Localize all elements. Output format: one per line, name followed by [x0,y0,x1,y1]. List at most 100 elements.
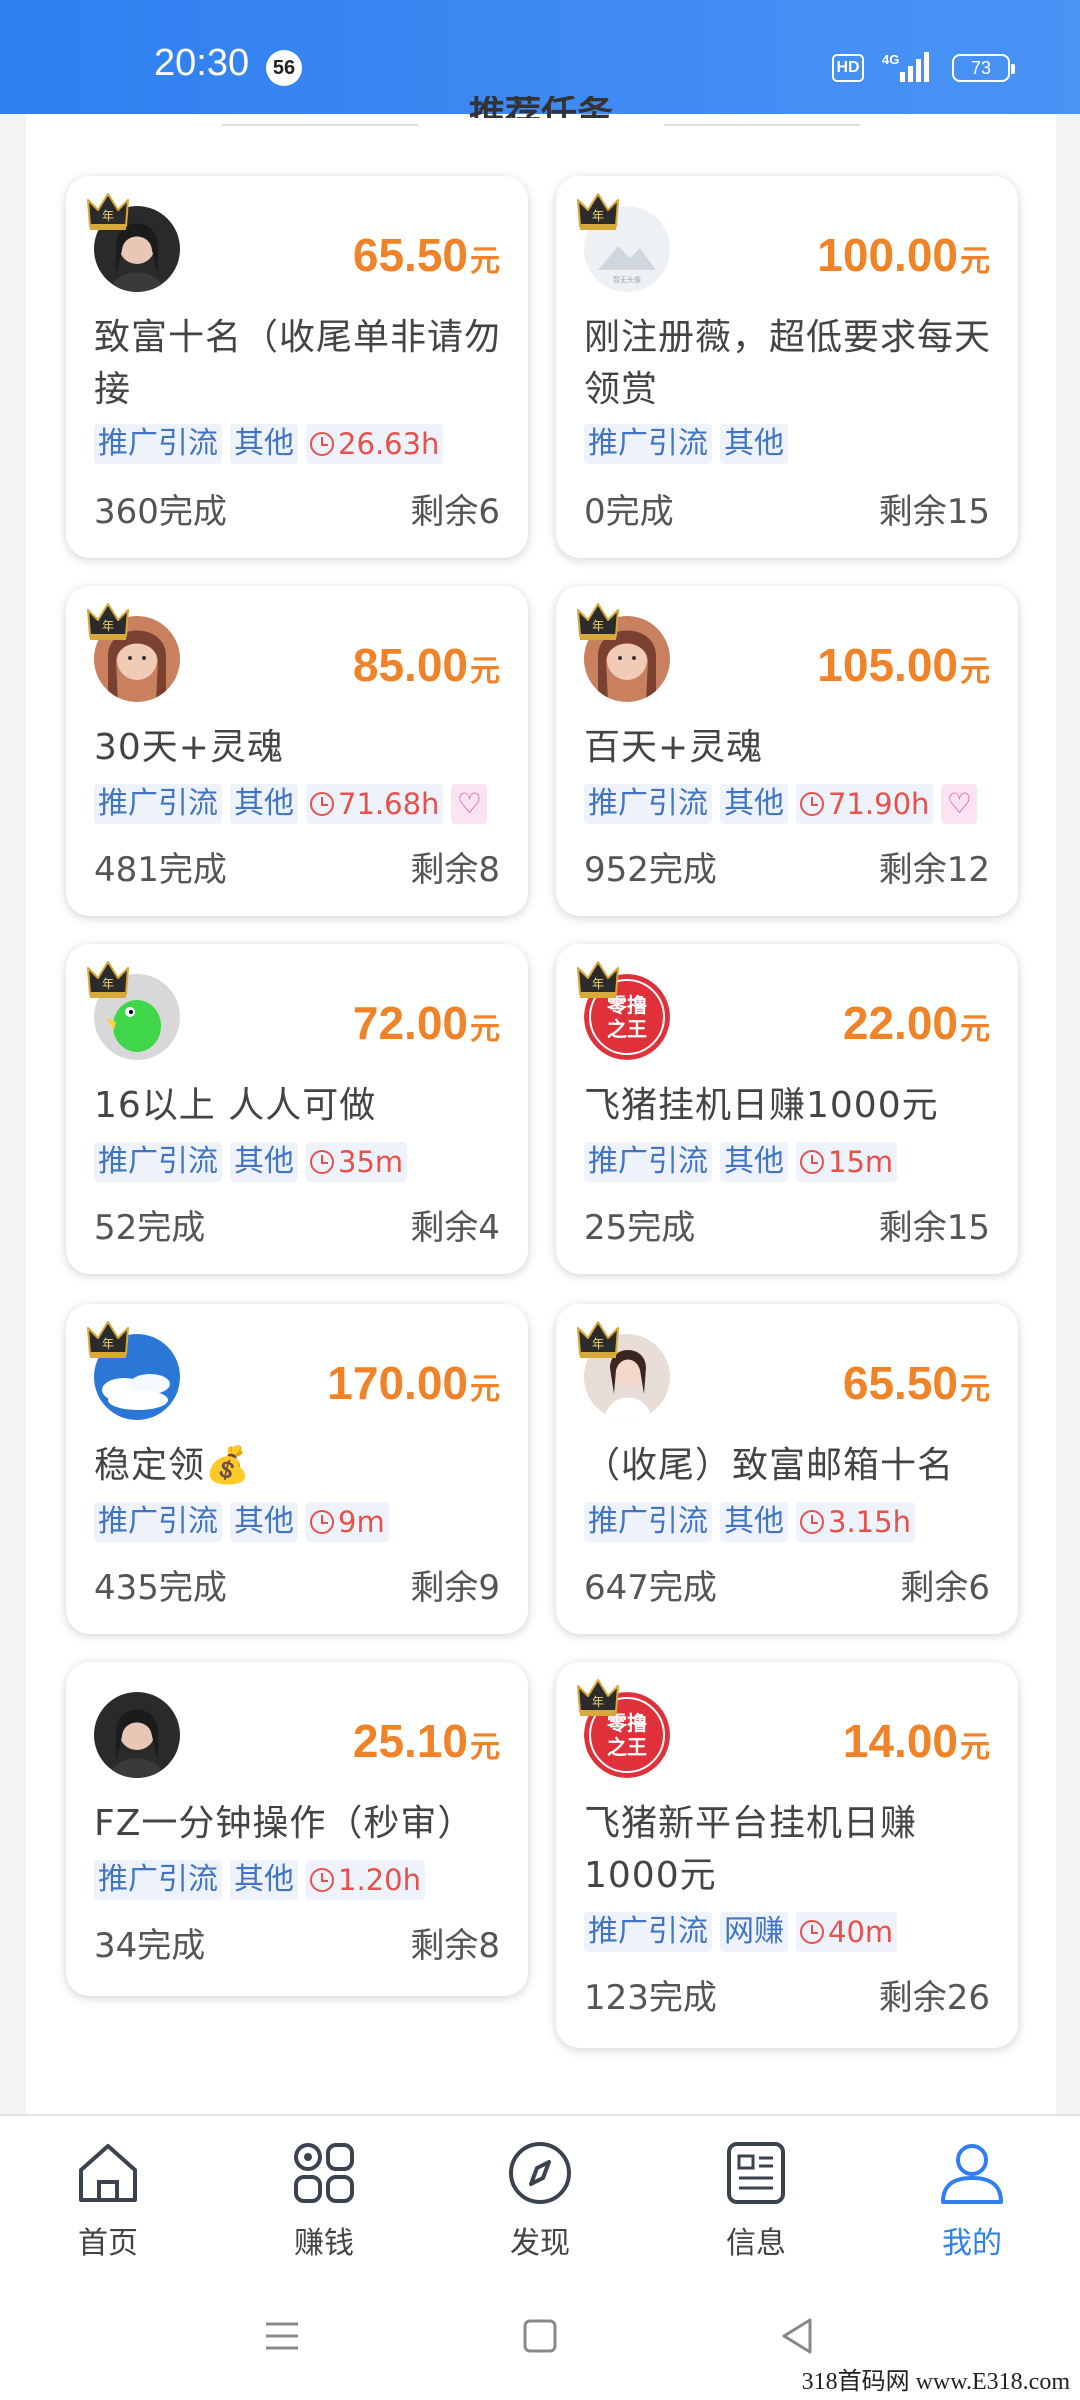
task-title: 飞猪挂机日赚1000元 [584,1085,939,1126]
publisher-avatar: 年 [87,603,180,702]
task-price: 65.50元 [353,228,500,282]
nav-messages[interactable]: 信息 [696,2138,816,2262]
crown-icon: 年 [86,192,130,232]
nav-label: 我的 [942,2226,1002,2261]
category-tag: 推广引流 [94,424,222,464]
svg-text:年: 年 [592,1695,604,1709]
task-card[interactable]: 年 65.50元 （收尾）致富邮箱十名 推广引流 其他 3.15h 647完成 剩余6 [556,1304,1018,1634]
remaining-count: 剩余8 [410,1926,500,1966]
publisher-avatar: 零撸 之王年 [577,961,670,1060]
task-card[interactable]: 暂无头像 年 100.00元 刚注册薇，超低要求每天领赏 推广引流 其他 0完成 剩余15 [556,176,1018,558]
price-unit: 元 [470,1731,500,1764]
svg-text:年: 年 [592,977,604,991]
svg-text:暂无头像: 暂无头像 [613,275,641,284]
task-price: 170.00元 [327,1356,500,1410]
publisher-avatar: 年 [87,193,180,292]
publisher-avatar: 年 [87,961,180,1060]
price-unit: 元 [960,245,990,278]
completed-count: 435完成 [94,1568,227,1608]
time-tag: 9m [306,1502,389,1542]
category-tag: 推广引流 [584,1502,712,1542]
publisher-avatar: 暂无头像 年 [577,193,670,292]
clock-icon [800,1510,824,1534]
category-tag: 推广引流 [584,424,712,464]
price-unit: 元 [470,245,500,278]
price-unit: 元 [960,1731,990,1764]
svg-text:年: 年 [592,619,604,633]
task-card[interactable]: 零撸 之王年 22.00元 飞猪挂机日赚1000元 推广引流 其他 15m 25完成 剩余15 [556,944,1018,1274]
price-unit: 元 [960,1373,990,1406]
time-tag: 26.63h [306,424,444,464]
category-tag: 推广引流 [584,1142,712,1182]
nav-mine[interactable]: 我的 [912,2138,1032,2262]
publisher-avatar: 年 [577,1321,670,1420]
task-tags: 推广引流 其他 26.63h [94,424,444,464]
task-card[interactable]: 年 65.50元 致富十名（收尾单非请勿接 推广引流 其他 26.63h 360完成 剩余6 [66,176,528,558]
user-icon [941,2144,1003,2204]
price-value: 65.50 [842,1357,958,1409]
svg-text:年: 年 [592,209,604,223]
price-unit: 元 [470,1013,500,1046]
crown-icon: 年 [576,602,620,642]
time-tag: 35m [306,1142,408,1182]
crown-icon: 年 [576,1320,620,1360]
remaining-count: 剩余8 [410,850,500,890]
time-tag: 71.68h [306,784,444,824]
task-price: 25.10元 [353,1714,500,1768]
menu-icon[interactable] [260,2314,304,2358]
heart-icon[interactable]: ♡ [941,784,978,824]
completed-count: 0完成 [584,492,674,532]
completed-count: 34完成 [94,1926,206,1966]
price-value: 65.50 [352,229,468,281]
price-unit: 元 [470,1373,500,1406]
time-value: 71.68h [338,787,440,821]
task-card[interactable]: 年 85.00元 30天+灵魂 推广引流 其他 71.68h ♡ 481完成 剩余8 [66,586,528,916]
category-tag: 其他 [720,784,788,824]
task-price: 14.00元 [843,1714,990,1768]
nav-earn[interactable]: 赚钱 [264,2138,384,2262]
price-unit: 元 [470,655,500,688]
nav-discover[interactable]: 发现 [480,2138,600,2262]
price-value: 85.00 [352,639,468,691]
task-card[interactable]: 年 72.00元 16以上 人人可做 推广引流 其他 35m 52完成 剩余4 [66,944,528,1274]
category-tag: 其他 [720,424,788,464]
price-value: 72.00 [352,997,468,1049]
time-value: 1.20h [338,1863,421,1897]
completed-count: 952完成 [584,850,717,890]
task-price: 72.00元 [353,996,500,1050]
task-title: 飞猪新平台挂机日赚1000元 [584,1803,918,1896]
task-card[interactable]: 零撸 之王年 14.00元 飞猪新平台挂机日赚1000元 推广引流 网赚 40m 123完成剩… [556,1662,1018,2048]
notification-badge: 56 [266,50,302,86]
publisher-avatar: 年 [577,603,670,702]
clock-icon [800,1920,824,1944]
task-card[interactable]: 年 105.00元 百天+灵魂 推广引流 其他 71.90h ♡ 952完成 剩余12 [556,586,1018,916]
nav-home[interactable]: 首页 [48,2138,168,2262]
category-tag: 其他 [230,1502,298,1542]
clock-icon [310,1150,334,1174]
task-title: 刚注册薇，超低要求每天领赏 [584,317,992,410]
time-tag: 40m [796,1912,898,1952]
heart-icon[interactable]: ♡ [451,784,488,824]
completed-count: 481完成 [94,850,227,890]
task-title: 百天+灵魂 [584,727,764,768]
task-tags: 推广引流 其他 71.68h ♡ [94,784,488,824]
avatar [94,1692,180,1778]
svg-text:年: 年 [102,209,114,223]
battery-icon: 73 [952,54,1015,82]
nav-label: 首页 [78,2226,138,2261]
completed-count: 52完成 [94,1208,206,1248]
svg-text:4G: 4G [882,52,899,67]
remaining-count: 剩余6 [900,1568,990,1608]
crown-icon: 年 [576,960,620,1000]
task-tags: 推广引流 其他 9m [94,1502,389,1542]
task-card[interactable]: 25.10元 FZ一分钟操作（秒审） 推广引流 其他 1.20h 34完成 剩余8 [66,1662,528,1996]
signal-icon: 4G [882,52,929,82]
back-icon[interactable] [776,2314,820,2358]
time-tag: 1.20h [306,1860,425,1900]
category-tag: 推广引流 [94,1502,222,1542]
time-tag: 15m [796,1142,898,1182]
task-card[interactable]: 年 170.00元 稳定领💰 推广引流 其他 9m 435完成 剩余9 [66,1304,528,1634]
home-square-icon[interactable] [518,2314,562,2358]
remaining-count: 剩余15 [878,1208,990,1248]
crown-icon: 年 [576,1678,620,1718]
